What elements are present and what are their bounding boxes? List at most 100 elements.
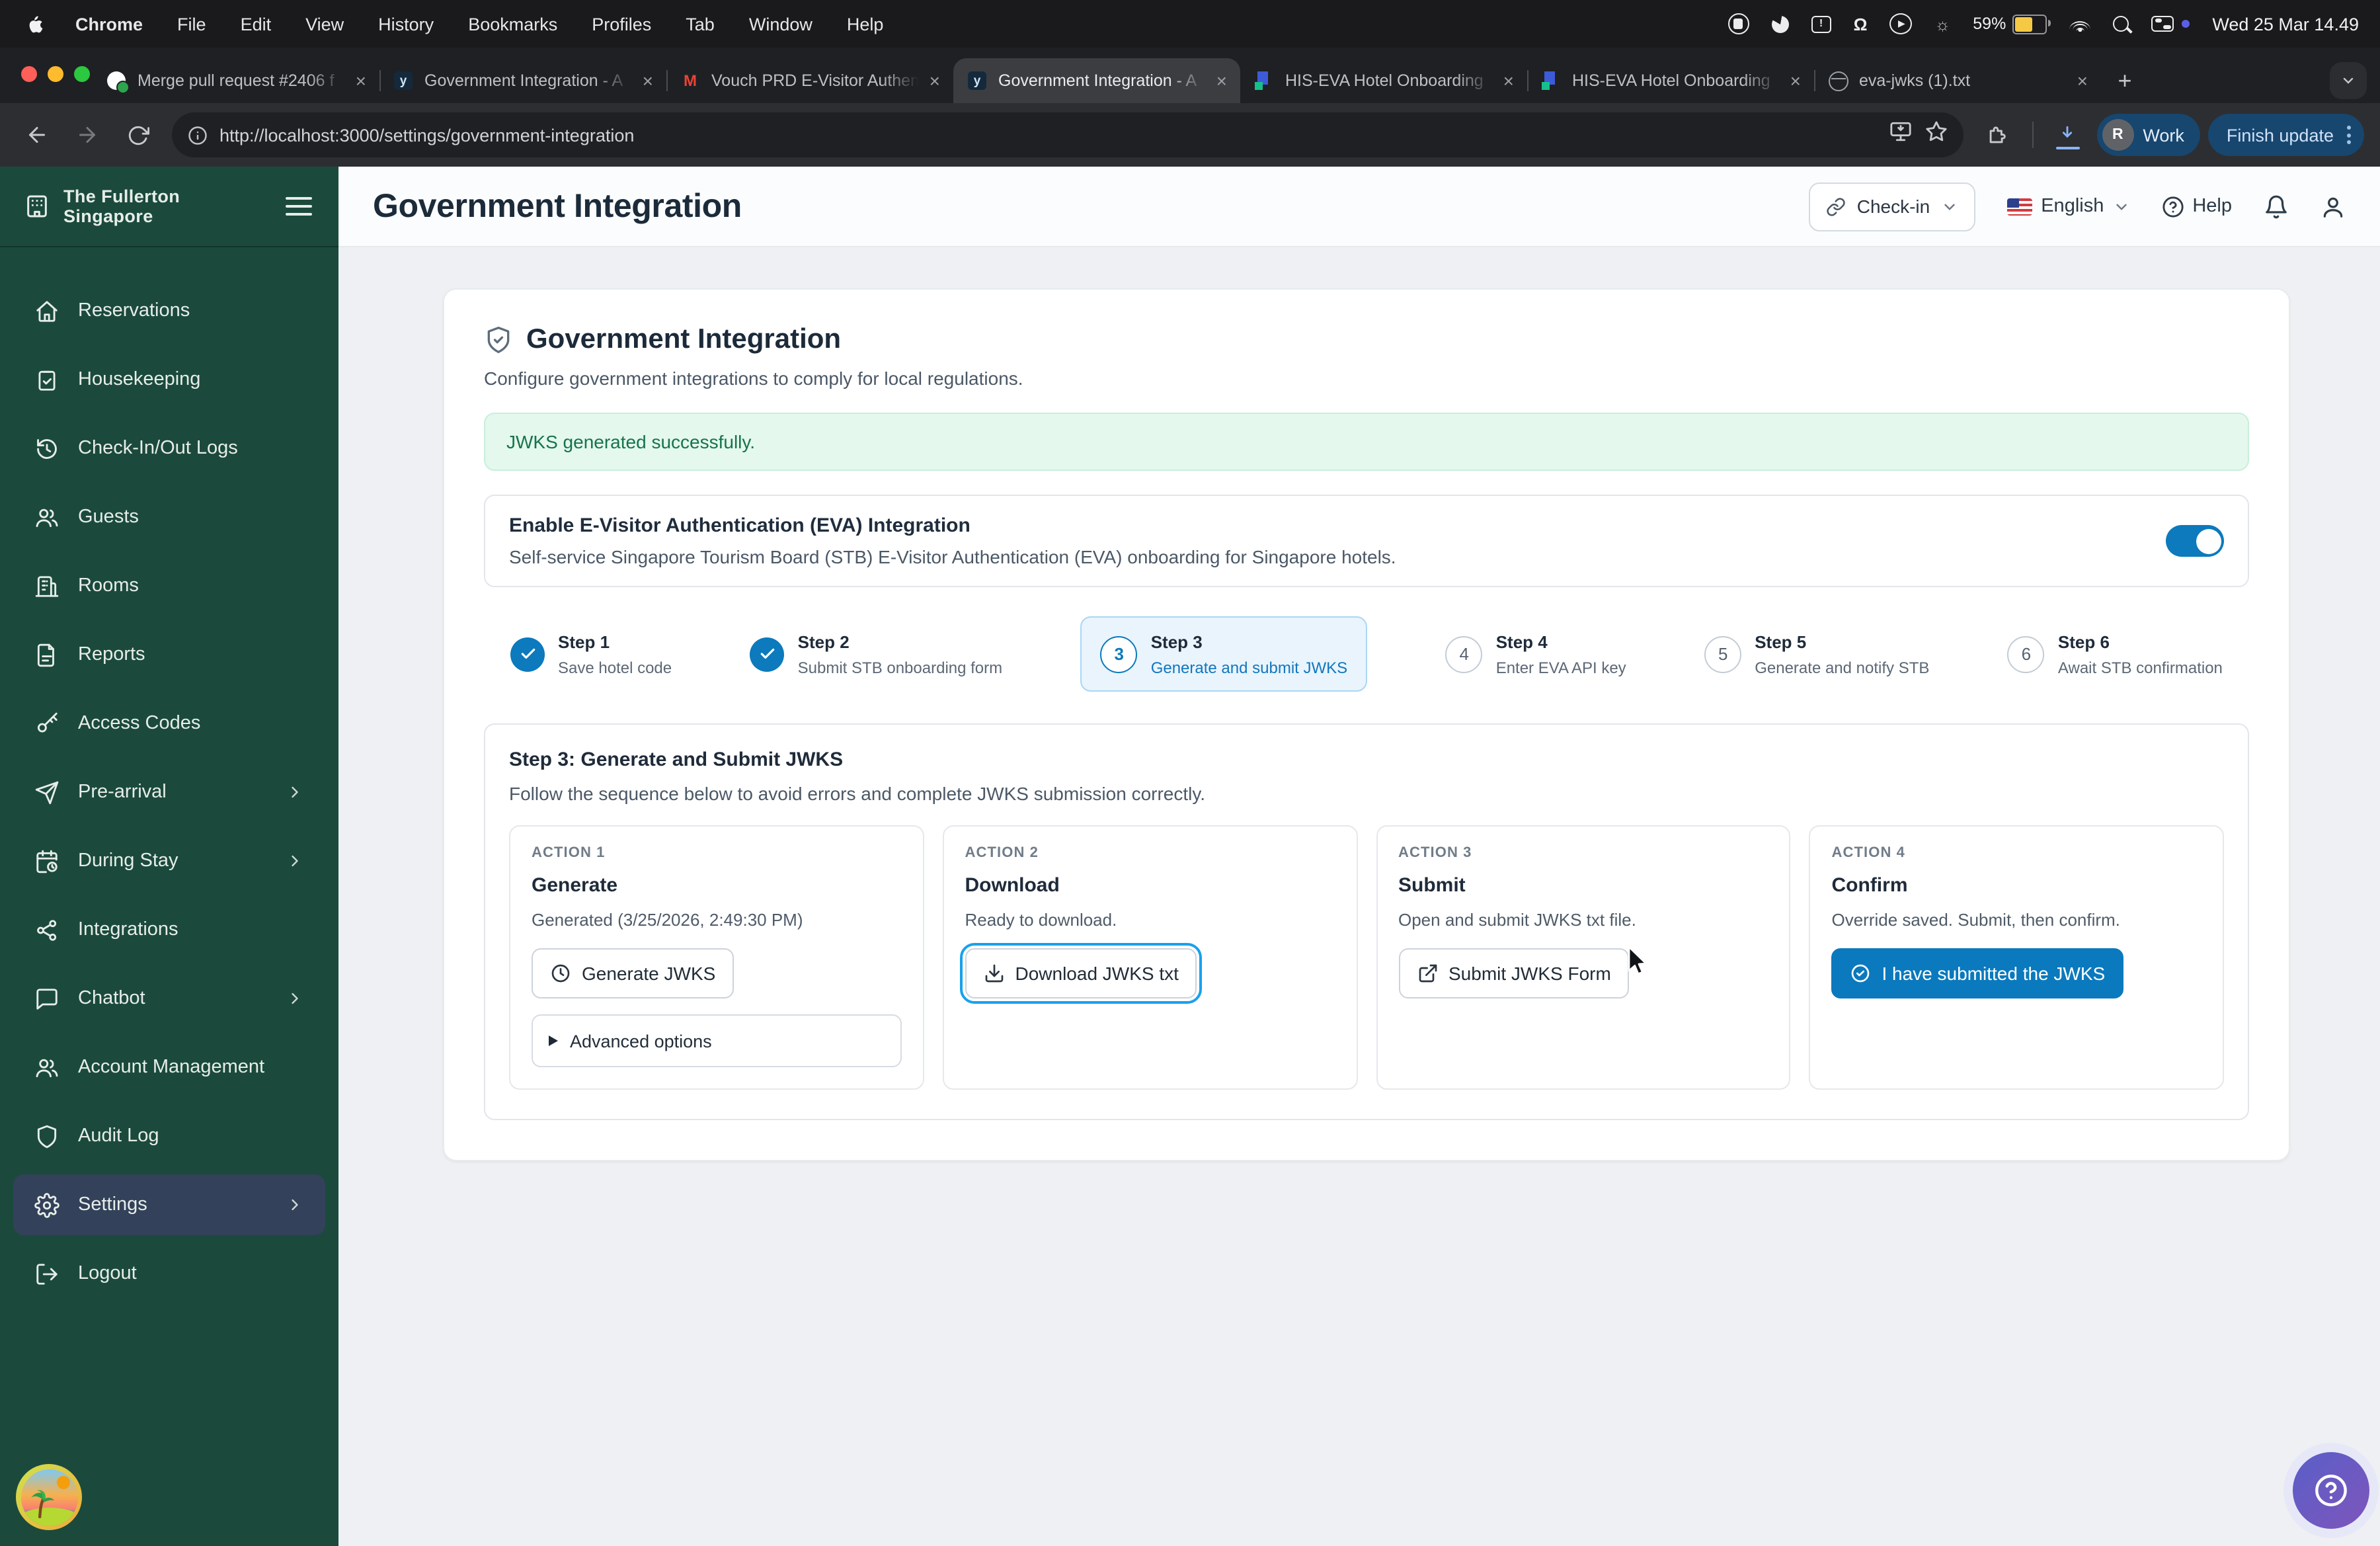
- sidebar-item-reservations[interactable]: Reservations: [13, 280, 325, 341]
- sidebar-item-rooms[interactable]: Rooms: [13, 555, 325, 616]
- reload-button[interactable]: [116, 114, 159, 156]
- menu-edit[interactable]: Edit: [241, 14, 272, 34]
- sidebar-item-account-management[interactable]: Account Management: [13, 1037, 325, 1098]
- status-app-icon[interactable]: [1772, 15, 1789, 32]
- close-tab-icon[interactable]: ×: [643, 71, 653, 90]
- sidebar-item-integrations[interactable]: Integrations: [13, 899, 325, 960]
- gmail-favicon: M: [680, 70, 701, 91]
- tab-search-chevron-button[interactable]: [2330, 62, 2367, 99]
- help-button[interactable]: Help: [2162, 195, 2232, 218]
- collapse-sidebar-button[interactable]: [283, 192, 315, 221]
- step-4[interactable]: 4 Step 4Enter EVA API key: [1446, 631, 1626, 677]
- tab-github-pr[interactable]: Merge pull request #2406 f ×: [93, 58, 379, 103]
- tab-gmail-vouch[interactable]: M Vouch PRD E-Visitor Authen ×: [666, 58, 953, 103]
- download-icon: [984, 963, 1005, 984]
- keyboard-brightness-icon[interactable]: ☼: [1934, 14, 1950, 34]
- tab-eva-jwks[interactable]: eva-jwks (1).txt ×: [1814, 58, 2101, 103]
- menu-file[interactable]: File: [177, 14, 206, 34]
- control-center-icon[interactable]: [2151, 16, 2174, 32]
- sidebar-item-pre-arrival[interactable]: Pre-arrival: [13, 762, 325, 823]
- close-tab-icon[interactable]: ×: [356, 71, 366, 90]
- step-3-active[interactable]: 3 Step 3Generate and submit JWKS: [1081, 616, 1367, 692]
- address-bar[interactable]: http://localhost:3000/settings/governmen…: [172, 112, 1963, 157]
- submit-jwks-form-button[interactable]: Submit JWKS Form: [1398, 948, 1630, 998]
- step-5[interactable]: 5 Step 5Generate and notify STB: [1704, 631, 1929, 677]
- sidebar-item-audit-log[interactable]: Audit Log: [13, 1106, 325, 1166]
- generate-jwks-button[interactable]: Generate JWKS: [532, 948, 734, 998]
- close-tab-icon[interactable]: ×: [2077, 71, 2088, 90]
- minimize-window-button[interactable]: [48, 66, 63, 82]
- notifications-bell-icon[interactable]: [2264, 194, 2289, 219]
- sidebar-header: The Fullerton Singapore: [0, 167, 338, 247]
- play-status-icon[interactable]: ▶: [1889, 13, 1912, 34]
- new-tab-button[interactable]: +: [2106, 62, 2143, 99]
- downloads-icon[interactable]: [2046, 114, 2088, 156]
- download-jwks-button[interactable]: Download JWKS txt: [965, 948, 1197, 998]
- sidebar-item-logout[interactable]: Logout: [13, 1243, 325, 1304]
- menu-bookmarks[interactable]: Bookmarks: [468, 14, 557, 34]
- menubar-clock[interactable]: Wed 25 Mar 14.49: [2212, 14, 2359, 34]
- floating-help-button[interactable]: [2293, 1452, 2369, 1529]
- sidebar-item-housekeeping[interactable]: Housekeeping: [13, 349, 325, 410]
- screen-record-icon[interactable]: [1728, 13, 1749, 34]
- step-number: 4: [1446, 635, 1483, 672]
- hotel-icon: [24, 193, 50, 220]
- profile-chip[interactable]: R Work: [2096, 114, 2200, 156]
- menu-window[interactable]: Window: [749, 14, 813, 34]
- bookmark-star-icon[interactable]: [1924, 120, 1947, 149]
- forward-button[interactable]: [66, 114, 108, 156]
- panel-subtitle: Follow the sequence below to avoid error…: [509, 783, 2224, 804]
- menu-history[interactable]: History: [378, 14, 434, 34]
- sidebar-item-reports[interactable]: Reports: [13, 624, 325, 685]
- close-tab-icon[interactable]: ×: [1216, 71, 1227, 90]
- language-selector[interactable]: English: [2006, 196, 2130, 217]
- user-avatar[interactable]: [16, 1464, 82, 1530]
- docker-warning-icon[interactable]: !: [1811, 15, 1831, 32]
- tab-hiseva-2[interactable]: HIS-EVA Hotel Onboarding ×: [1527, 58, 1814, 103]
- extensions-icon[interactable]: [1976, 114, 2018, 156]
- tab-government-integration-active[interactable]: y Government Integration - A ×: [953, 58, 1240, 103]
- sidebar-item-during-stay[interactable]: During Stay: [13, 831, 325, 891]
- zoom-window-button[interactable]: [74, 66, 90, 82]
- menu-profiles[interactable]: Profiles: [592, 14, 651, 34]
- sidebar-item-chatbot[interactable]: Chatbot: [13, 968, 325, 1029]
- account-icon[interactable]: [2320, 194, 2346, 219]
- confirm-submitted-button[interactable]: I have submitted the JWKS: [1832, 948, 2124, 998]
- site-info-icon[interactable]: [180, 118, 214, 152]
- close-tab-icon[interactable]: ×: [1503, 71, 1514, 90]
- sidebar-item-access-codes[interactable]: Access Codes: [13, 693, 325, 754]
- close-tab-icon[interactable]: ×: [930, 71, 940, 90]
- sidebar-item-checkinout-logs[interactable]: Check-In/Out Logs: [13, 418, 325, 479]
- step-6[interactable]: 6 Step 6Await STB confirmation: [2008, 631, 2223, 677]
- sidebar-item-guests[interactable]: Guests: [13, 487, 325, 548]
- wifi-icon[interactable]: [2069, 16, 2090, 32]
- tab-government-integration-1[interactable]: y Government Integration - A ×: [379, 58, 666, 103]
- menu-tab[interactable]: Tab: [686, 14, 715, 34]
- battery-indicator[interactable]: 59%: [1973, 14, 2047, 34]
- back-button[interactable]: [16, 114, 58, 156]
- checkin-dropdown-button[interactable]: Check-in: [1809, 182, 1975, 231]
- apple-logo-icon[interactable]: [26, 13, 46, 35]
- menu-chrome[interactable]: Chrome: [75, 14, 143, 34]
- history-icon: [34, 436, 60, 461]
- spotlight-search-icon[interactable]: [2113, 16, 2129, 32]
- tab-hiseva-1[interactable]: HIS-EVA Hotel Onboarding ×: [1240, 58, 1527, 103]
- eva-toggle[interactable]: [2166, 525, 2224, 557]
- step-2[interactable]: Step 2Submit STB onboarding form: [750, 631, 1003, 677]
- advanced-options-toggle[interactable]: Advanced options: [532, 1014, 902, 1067]
- close-tab-icon[interactable]: ×: [1790, 71, 1801, 90]
- finish-update-button[interactable]: Finish update: [2208, 114, 2364, 156]
- close-window-button[interactable]: [21, 66, 37, 82]
- step-1[interactable]: Step 1Save hotel code: [510, 631, 672, 677]
- url-text[interactable]: http://localhost:3000/settings/governmen…: [219, 125, 1889, 145]
- home-icon: [34, 298, 60, 323]
- clock-icon: [550, 963, 571, 984]
- browser-menu-icon[interactable]: [2347, 126, 2351, 144]
- eva-subtitle: Self-service Singapore Tourism Board (ST…: [509, 546, 1396, 567]
- step3-panel: Step 3: Generate and Submit JWKS Follow …: [484, 723, 2249, 1120]
- menu-help[interactable]: Help: [847, 14, 884, 34]
- menu-view[interactable]: View: [305, 14, 344, 34]
- sidebar-item-settings[interactable]: Settings: [13, 1174, 325, 1235]
- magnet-app-icon[interactable]: Ω: [1854, 14, 1868, 34]
- install-app-icon[interactable]: [1889, 120, 1911, 149]
